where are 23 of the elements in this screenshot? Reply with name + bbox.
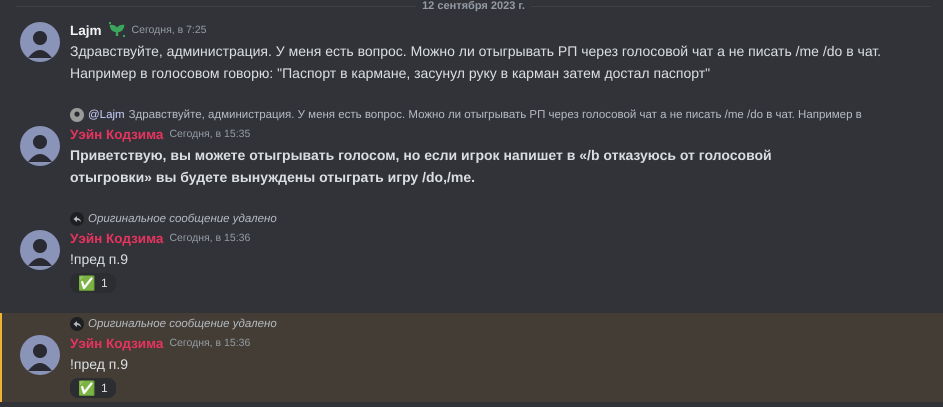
message-text: !пред п.9 [70,355,130,374]
reply-preview[interactable]: Оригинальное сообщение удалено [88,318,277,330]
timestamp: Сегодня, в 7:25 [132,24,207,36]
avatar[interactable] [20,335,60,375]
avatar [70,108,84,122]
message-text: !пред п.9 [70,250,130,269]
timestamp: Сегодня, в 15:36 [169,337,250,349]
reply-icon [70,212,84,226]
reply-preview[interactable]: Здравствуйте, администрация. У меня есть вопрос. Можно ли отыгрывать РП через голосовой чат а не писать /me /do в чат. Например в [128,109,862,121]
reply-preview[interactable]: Оригинальное сообщение удалено [88,213,277,225]
avatar[interactable] [20,126,60,166]
reaction-button[interactable]: ✅ 1 [70,378,116,398]
avatar[interactable] [20,22,60,62]
message-text: Приветствую, вы можете отыгрывать голосом, но если игрок напишет в «/b отказуюсь от голосовой отыгровки» вы будете вынуждены отыграть игру /do,/me. [70,146,773,187]
message-text: Здравствуйте, администрация. У меня есть вопрос. Можно ли отыгрывать РП через голосовой чат а не писать /me /do в чат. Например в голосовом говорю: "Паспорт в кармане, засунул руку в карман затем достал паспорт" [70,42,882,83]
author-name[interactable]: Lajm [70,22,102,38]
reply-mention[interactable]: @Lajm [88,109,125,121]
date-divider: 12 сентября 2023 г. [421,0,526,12]
reply-icon [70,317,84,331]
reaction-button[interactable]: ✅ 1 [70,273,116,293]
avatar[interactable] [20,230,60,270]
timestamp: Сегодня, в 15:36 [169,232,250,244]
timestamp: Сегодня, в 15:35 [169,128,250,140]
